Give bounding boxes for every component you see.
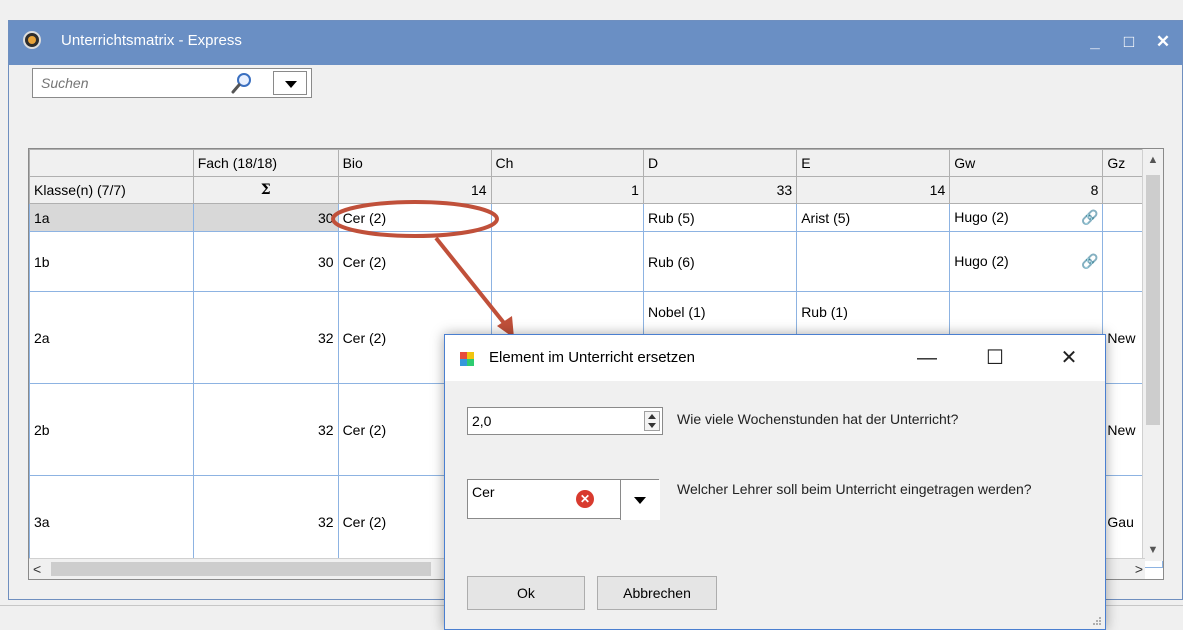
dialog-app-icon <box>460 352 474 366</box>
cancel-button[interactable]: Abbrechen <box>597 576 717 610</box>
dialog-titlebar[interactable]: Element im Unterricht ersetzen — ☐ ✕ <box>445 335 1105 381</box>
resize-grip-icon[interactable] <box>1092 616 1102 626</box>
hours-label: Wie viele Wochenstunden hat der Unterric… <box>677 411 959 427</box>
error-icon: ✕ <box>576 490 594 508</box>
teacher-label: Welcher Lehrer soll beim Unterricht eing… <box>677 481 1032 497</box>
ok-button[interactable]: Ok <box>467 576 585 610</box>
teacher-dropdown-button[interactable] <box>620 480 660 520</box>
teacher-combobox[interactable]: Cer ✕ <box>467 479 660 520</box>
dialog-maximize-button[interactable]: ☐ <box>975 343 1015 373</box>
annotation-arrow-line <box>434 236 510 330</box>
dialog-minimize-button[interactable]: — <box>907 343 947 373</box>
highlight-ellipse <box>331 200 499 238</box>
teacher-value: Cer <box>472 484 495 500</box>
hours-input[interactable] <box>470 411 634 431</box>
hours-spinner <box>467 407 663 435</box>
dialog-close-button[interactable]: ✕ <box>1049 343 1089 373</box>
dialog-title: Element im Unterricht ersetzen <box>489 349 695 366</box>
replace-element-dialog: Element im Unterricht ersetzen — ☐ ✕ Wie… <box>444 334 1106 630</box>
spinner-arrows[interactable] <box>644 411 660 431</box>
